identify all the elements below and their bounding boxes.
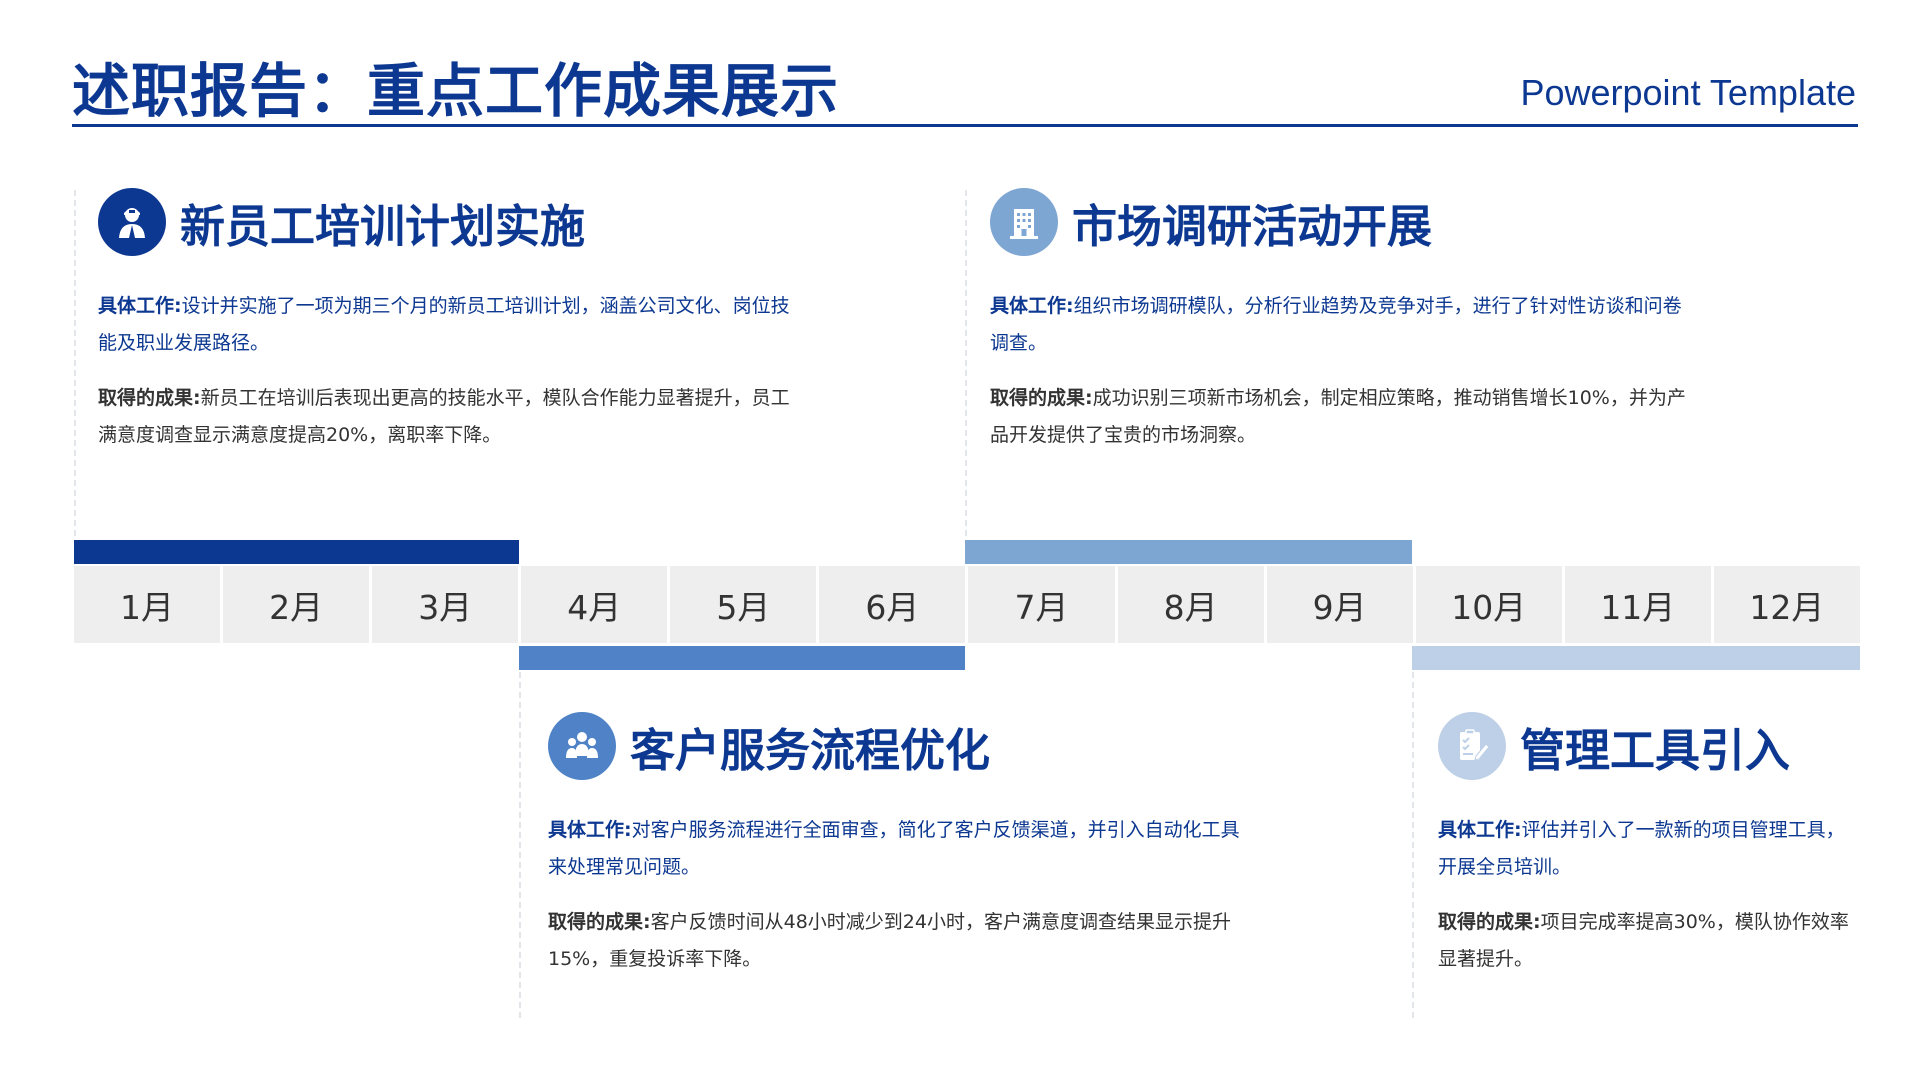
month-cell: 7月 [968, 566, 1115, 643]
work-label: 具体工作: [98, 295, 182, 317]
work-description: 具体工作:设计并实施了一项为期三个月的新员工培训计划，涵盖公司文化、岗位技能及职… [98, 288, 808, 362]
work-description: 具体工作:评估并引入了一款新的项目管理工具，开展全员培训。 [1438, 812, 1854, 886]
month-cell: 1月 [74, 566, 221, 643]
result-description: 取得的成果:新员工在培训后表现出更高的技能水平，模队合作能力显著提升，员工满意度… [98, 380, 808, 454]
timeline-bar-q3 [965, 540, 1412, 564]
result-label: 取得的成果: [548, 911, 651, 933]
section-management-tool: 管理工具引入 具体工作:评估并引入了一款新的项目管理工具，开展全员培训。 取得的… [1438, 712, 1854, 978]
work-text: 设计并实施了一项为期三个月的新员工培训计划，涵盖公司文化、岗位技能及职业发展路径… [98, 295, 790, 354]
month-cell: 6月 [819, 566, 966, 643]
page-title: 述职报告：重点工作成果展示 [72, 57, 840, 125]
result-text: 成功识别三项新市场机会，制定相应策略，推动销售增长10%，并为产品开发提供了宝贵… [990, 387, 1686, 446]
work-description: 具体工作:对客户服务流程进行全面审查，简化了客户反馈渠道，并引入自动化工具来处理… [548, 812, 1248, 886]
guide-line-q1 [74, 190, 76, 536]
section-heading: 新员工培训计划实施 [180, 199, 586, 253]
month-cell: 2月 [223, 566, 370, 643]
title-divider [72, 124, 1858, 127]
work-label: 具体工作: [990, 295, 1074, 317]
work-label: 具体工作: [1438, 819, 1522, 841]
timeline-bar-q1 [74, 540, 519, 564]
month-cell: 11月 [1564, 566, 1711, 643]
section-employee-training: 新员工培训计划实施 具体工作:设计并实施了一项为期三个月的新员工培训计划，涵盖公… [98, 188, 808, 454]
result-label: 取得的成果: [98, 387, 201, 409]
month-cell: 10月 [1415, 566, 1562, 643]
result-description: 取得的成果:客户反馈时间从48小时减少到24小时，客户满意度调查结果显示提升15… [548, 904, 1248, 978]
work-text: 对客户服务流程进行全面审查，简化了客户反馈渠道，并引入自动化工具来处理常见问题。 [548, 819, 1240, 878]
work-text: 组织市场调研模队，分析行业趋势及竞争对手，进行了针对性访谈和问卷调查。 [990, 295, 1682, 354]
month-cell: 3月 [372, 566, 519, 643]
building-icon [990, 188, 1058, 256]
section-heading: 客户服务流程优化 [630, 723, 991, 777]
employee-icon [98, 188, 166, 256]
checklist-icon [1438, 712, 1506, 780]
template-label: Powerpoint Template [1520, 72, 1856, 113]
work-description: 具体工作:组织市场调研模队，分析行业趋势及竞争对手，进行了针对性访谈和问卷调查。 [990, 288, 1700, 362]
section-heading: 市场调研活动开展 [1072, 199, 1433, 253]
team-icon [548, 712, 616, 780]
result-label: 取得的成果: [1438, 911, 1541, 933]
month-cell: 12月 [1713, 566, 1860, 643]
timeline-bar-q2 [519, 646, 965, 670]
guide-line-q2 [519, 672, 521, 1018]
result-text: 客户反馈时间从48小时减少到24小时，客户满意度调查结果显示提升15%，重复投诉… [548, 911, 1231, 970]
month-cell: 4月 [521, 566, 668, 643]
result-label: 取得的成果: [990, 387, 1093, 409]
result-description: 取得的成果:项目完成率提高30%，模队协作效率显著提升。 [1438, 904, 1854, 978]
month-timeline: 1月 2月 3月 4月 5月 6月 7月 8月 9月 10月 11月 12月 [74, 566, 1860, 643]
section-heading: 管理工具引入 [1520, 723, 1791, 777]
section-market-research: 市场调研活动开展 具体工作:组织市场调研模队，分析行业趋势及竞争对手，进行了针对… [990, 188, 1700, 454]
section-customer-service: 客户服务流程优化 具体工作:对客户服务流程进行全面审查，简化了客户反馈渠道，并引… [548, 712, 1248, 978]
timeline-bar-q4 [1412, 646, 1860, 670]
work-label: 具体工作: [548, 819, 632, 841]
result-description: 取得的成果:成功识别三项新市场机会，制定相应策略，推动销售增长10%，并为产品开… [990, 380, 1700, 454]
result-text: 新员工在培训后表现出更高的技能水平，模队合作能力显著提升，员工满意度调查显示满意… [98, 387, 790, 446]
guide-line-q3 [965, 190, 967, 536]
month-cell: 9月 [1266, 566, 1413, 643]
month-cell: 8月 [1117, 566, 1264, 643]
guide-line-q4 [1412, 672, 1414, 1018]
month-cell: 5月 [670, 566, 817, 643]
